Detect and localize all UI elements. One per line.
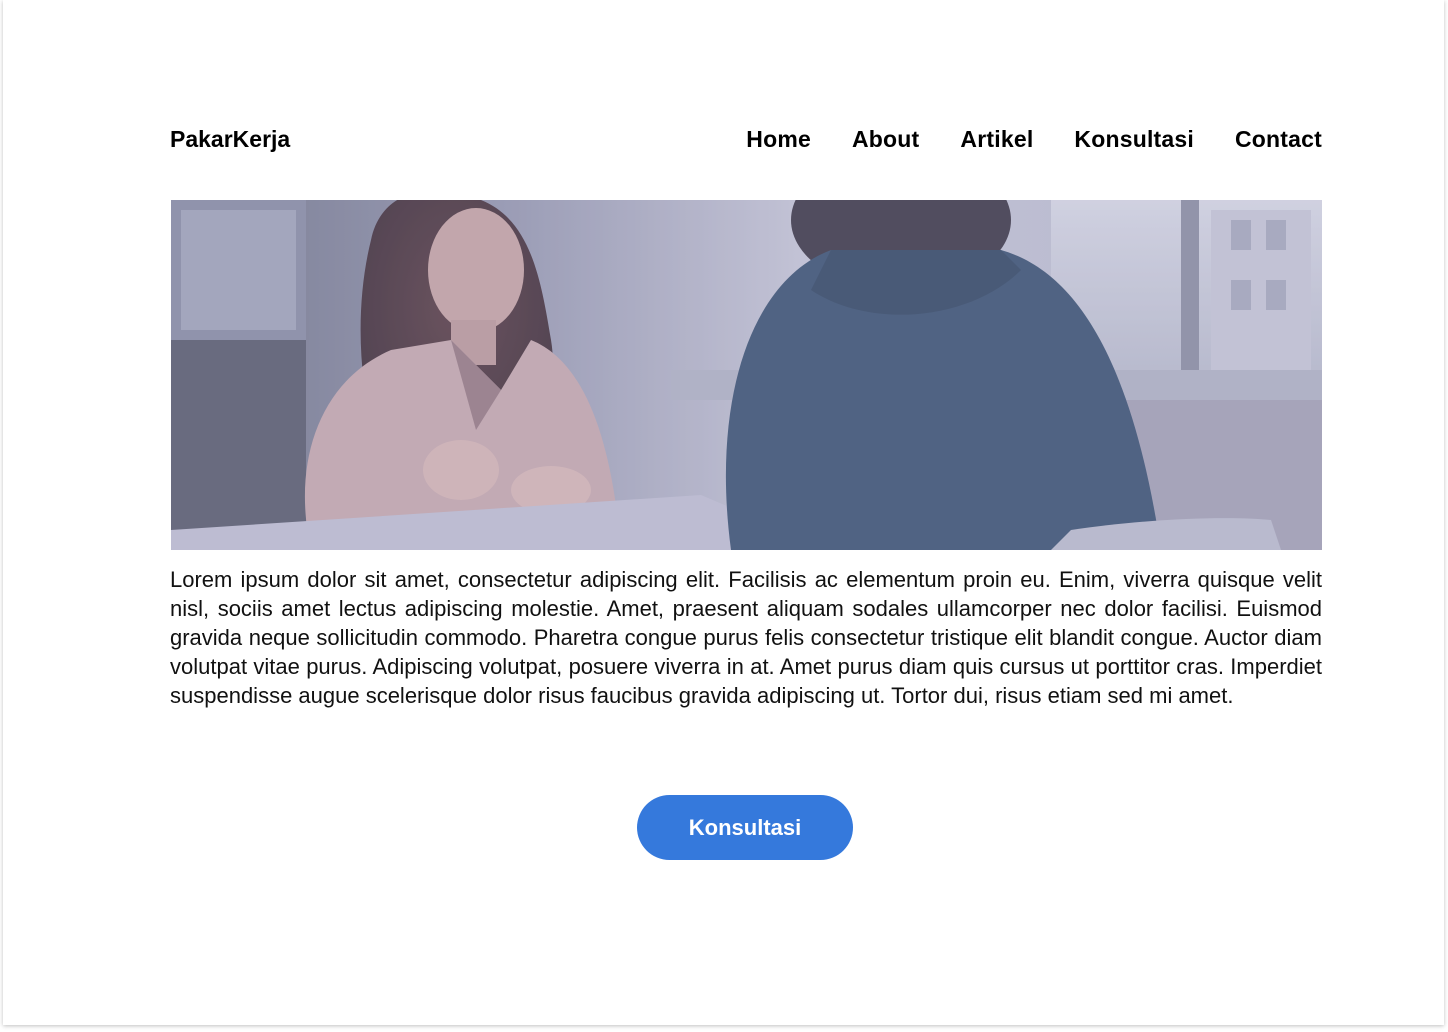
nav-item-home: Home <box>746 124 811 154</box>
hero-photo-illustration <box>171 200 1322 550</box>
konsultasi-button[interactable]: Konsultasi <box>637 795 853 860</box>
main-nav: Home About Artikel Konsultasi Contact <box>746 124 1322 154</box>
nav-link-konsultasi[interactable]: Konsultasi <box>1074 126 1194 152</box>
intro-paragraph: Lorem ipsum dolor sit amet, consectetur … <box>170 567 1322 708</box>
nav-link-artikel[interactable]: Artikel <box>960 126 1033 152</box>
nav-link-home[interactable]: Home <box>746 126 811 152</box>
nav-item-artikel: Artikel <box>960 124 1033 154</box>
nav-item-about: About <box>852 124 919 154</box>
nav-link-about[interactable]: About <box>852 126 919 152</box>
hero-image <box>171 200 1322 550</box>
brand-logo[interactable]: PakarKerja <box>170 124 290 154</box>
nav-item-contact: Contact <box>1235 124 1322 154</box>
nav-link-contact[interactable]: Contact <box>1235 126 1322 152</box>
nav-item-konsultasi: Konsultasi <box>1074 124 1194 154</box>
